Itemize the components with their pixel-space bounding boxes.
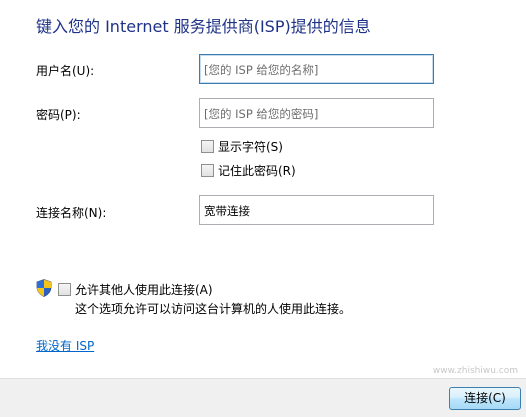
uac-shield-icon (36, 279, 52, 297)
remember-password-checkbox[interactable]: 记住此密码(R) (201, 162, 296, 179)
checkbox-box[interactable] (201, 164, 214, 177)
no-isp-link[interactable]: 我没有 ISP (36, 337, 94, 354)
watermark: www.zhishiwu.com (432, 366, 518, 376)
password-label: 密码(P): (36, 108, 81, 122)
remember-password-label: 记住此密码(R) (218, 164, 296, 178)
username-input[interactable]: [您的 ISP 给您的名称] (199, 54, 434, 84)
allow-others-description: 这个选项允许可以访问这台计算机的人使用此连接。 (75, 302, 352, 316)
show-chars-label: 显示字符(S) (218, 140, 283, 154)
username-label: 用户名(U): (36, 64, 95, 78)
connection-name-input[interactable]: 宽带连接 (199, 195, 434, 225)
show-chars-checkbox[interactable]: 显示字符(S) (201, 138, 283, 155)
checkbox-box[interactable] (201, 140, 214, 153)
page-title: 键入您的 Internet 服务提供商(ISP)提供的信息 (36, 17, 371, 36)
connection-name-label: 连接名称(N): (36, 206, 107, 220)
isp-connection-dialog: 键入您的 Internet 服务提供商(ISP)提供的信息 用户名(U): [您… (0, 0, 526, 417)
allow-others-checkbox[interactable]: 允许其他人使用此连接(A) (58, 281, 213, 298)
checkbox-box[interactable] (58, 283, 71, 296)
username-placeholder: [您的 ISP 给您的名称] (204, 63, 319, 77)
password-placeholder: [您的 ISP 给您的密码] (204, 107, 319, 121)
connection-name-value: 宽带连接 (204, 204, 250, 218)
password-input[interactable]: [您的 ISP 给您的密码] (199, 98, 434, 128)
connect-button[interactable]: 连接(C) (449, 387, 521, 410)
allow-others-label: 允许其他人使用此连接(A) (75, 283, 213, 297)
dialog-footer: 连接(C) (0, 378, 526, 417)
